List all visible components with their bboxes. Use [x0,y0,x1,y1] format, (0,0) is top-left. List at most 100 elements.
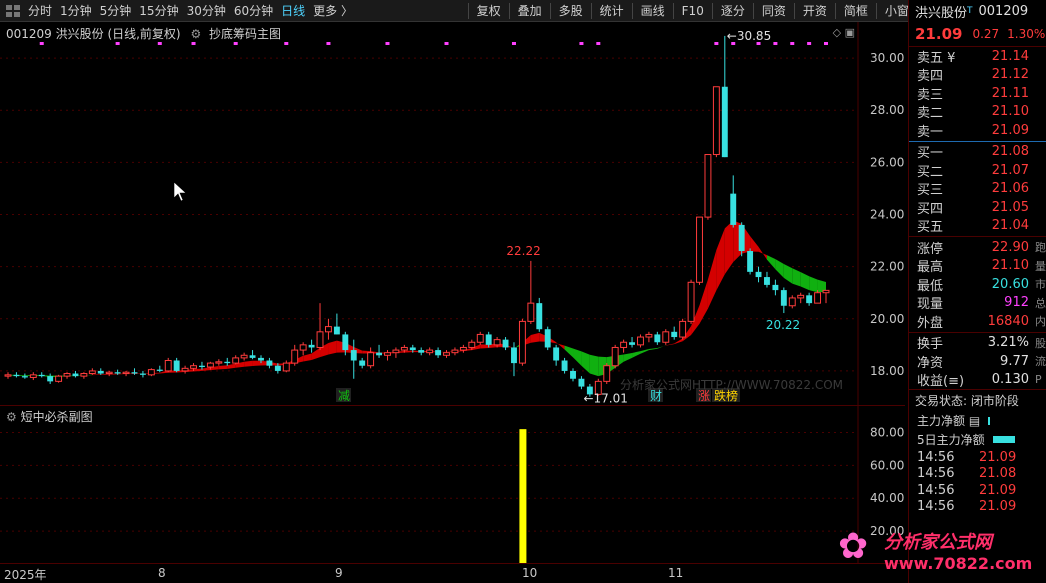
bid-row-2: 买二 21.07 [909,161,1046,180]
candle-body-up [316,331,324,348]
candle-body-down [156,369,163,371]
candle-body-up [712,86,720,156]
sub-chart-panel[interactable]: 80.00 60.00 40.00 20.00 ⚙ 短中必杀副图 [0,405,905,564]
ask-row-2: 卖二 21.10 [909,103,1046,121]
toolbar-button-2[interactable]: 多股 [555,2,587,19]
band-up-segment [674,338,683,345]
signal-dot [579,42,584,45]
formula-name[interactable]: 抄底筹码主图 [209,27,281,41]
candle-body-down [553,347,560,361]
candle-body-down [258,357,264,361]
legend-main-net[interactable]: 主力净额 ▤ [909,411,1046,430]
band-down-segment [809,276,818,293]
bid-row-5-value: 21.04 [991,218,1029,234]
toolbar-separator [549,2,551,19]
sub-formula-name[interactable]: 短中必杀副图 [21,410,93,424]
period-tab-3[interactable]: 15分钟 [135,2,182,19]
stat-row-1-value: 21.10 [991,258,1029,274]
candle-body-down [21,376,28,378]
period-tab-7[interactable]: 更多 〉 [309,2,357,19]
signal-dot [807,42,812,45]
stock-name: 洪兴股份 [915,5,968,21]
stat-row-2: 最低 20.60 市 [909,275,1046,294]
candle-body-up [291,349,299,364]
main-chart-panel[interactable]: 30.00 28.00 26.00 24.00 22.00 20.00 18.00 ←30.8… [0,22,905,405]
bid-row-1-label: 买一 [917,146,944,162]
toolbar-separator [834,2,836,19]
x-label-nov: 11 [668,566,684,580]
stat2-row-1-label: 净资 [917,355,944,371]
tick-price: 21.09 [979,449,1017,465]
toolbar-button-8[interactable]: 开资 [799,2,831,19]
band-up-segment [480,344,489,349]
tick-price: 21.09 [979,482,1017,498]
bid-row-3-label: 买三 [917,183,944,199]
flower-logo-icon: ✿ [838,526,869,567]
ask-row-5-label: 卖五 ¥ [917,50,956,66]
candle-body-down [780,290,787,306]
candle-body-up [122,371,130,375]
last-price: 21.09 [915,25,963,43]
ask-row-2-value: 21.10 [991,104,1029,120]
period-tab-6[interactable]: 日线 [277,2,309,19]
ask-row-5-value: 21.14 [991,48,1029,64]
band-up-segment [252,360,261,366]
main-chart-title: 001209 洪兴股份 (日线,前复权) ⚙ 抄底筹码主图 [6,25,281,42]
tick-list[interactable]: 14:56 21.09 14:56 21.08 14:56 21.09 14:56 21.09 [909,449,1046,515]
layout-grid-icon[interactable] [6,4,20,17]
toolbar-button-1[interactable]: 叠加 [514,2,546,19]
toolbar-button-9[interactable]: 简框 [840,2,872,19]
stat2-row-2: 收益(≡) 0.130 P [909,371,1046,389]
candle-body-up [55,375,63,382]
period-tab-4[interactable]: 30分钟 [183,2,230,19]
candle-body-down [747,251,754,272]
legend-5day-net[interactable]: 5日主力净额 [909,430,1046,449]
band-up-segment [707,249,717,309]
signal-dot [596,42,601,45]
site-watermark-logo: ✿ 分析家公式网 www.70822.com [836,524,1036,579]
candlestick-chart[interactable]: 30.00 28.00 26.00 24.00 22.00 20.00 18.00 ←30.8… [0,22,905,405]
price-change: 0.27 [972,27,1000,41]
bid-row-1-value: 21.08 [991,144,1029,160]
candle-body-up [527,302,535,322]
candle-body-up [147,369,155,376]
period-tab-1[interactable]: 1分钟 [56,2,96,19]
candle-body-down [502,339,509,348]
stock-code-title: 001209 洪兴股份 (日线,前复权) [6,27,181,41]
candle-body-down [511,347,517,364]
candle-body-down [47,376,54,382]
settings-gear-icon[interactable]: ⚙ [190,27,201,41]
signal-dot [773,42,778,45]
band-up-segment [665,343,675,346]
candle-body-down [274,365,281,371]
indicator-chart[interactable]: 80.0060.0040.0020.00 [0,406,905,564]
stat2-row-0: 换手 3.21% 股 [909,334,1046,352]
candle-body-down [755,271,762,278]
candle-body-up [325,326,332,333]
candle-body-down [671,331,678,338]
period-tab-0[interactable]: 分时 [24,2,56,19]
toolbar-button-0[interactable]: 复权 [473,2,505,19]
stat2-row-0-tail: 股 [1035,336,1046,350]
ask-row-4-value: 21.12 [991,67,1029,83]
candle-body-down [806,295,813,304]
bid-row-2-label: 买二 [917,164,944,180]
candle-body-down [418,350,425,353]
candle-body-down [38,374,45,377]
period-tab-2[interactable]: 5分钟 [96,2,136,19]
signal-dot [39,42,44,45]
toolbar-button-6[interactable]: 逐分 [717,2,749,19]
toolbar-button-7[interactable]: 同资 [758,2,790,19]
watermark-url: www.70822.com [884,554,1033,573]
candle-body-up [687,281,695,322]
toolbar-button-5[interactable]: F10 [678,4,708,18]
settings-gear-icon[interactable]: ⚙ [6,410,17,424]
band-down-segment [640,349,649,354]
candle-body-up [679,320,687,338]
stats-block-2: 换手 3.21% 股净资 9.77 流收益(≡) 0.130 P [909,334,1046,389]
toolbar-button-4[interactable]: 画线 [637,2,669,19]
toolbar-button-3[interactable]: 统计 [596,2,628,19]
sub-y-tick-label: 40.00 [870,491,904,505]
chart-controls[interactable]: ◇ ▣ [833,26,855,39]
period-tab-5[interactable]: 60分钟 [230,2,277,19]
